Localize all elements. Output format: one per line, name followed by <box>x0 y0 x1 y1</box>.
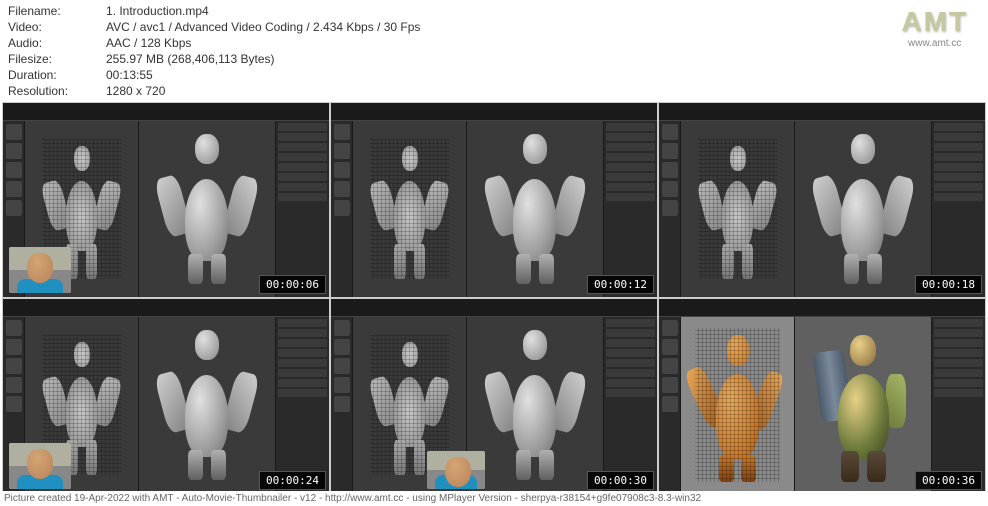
timestamp-2: 00:00:12 <box>587 275 654 294</box>
logo-text: AMT <box>901 6 968 38</box>
footer-text: Picture created 19-Apr-2022 with AMT - A… <box>0 491 988 506</box>
webcam-overlay <box>9 443 71 489</box>
video-label: Video: <box>8 20 98 34</box>
filesize-value: 255.97 MB (268,406,113 Bytes) <box>106 52 420 66</box>
thumbnail-4: 00:00:24 <box>2 298 330 494</box>
filename-label: Filename: <box>8 4 98 18</box>
timestamp-1: 00:00:06 <box>259 275 326 294</box>
video-value: AVC / avc1 / Advanced Video Coding / 2.4… <box>106 20 420 34</box>
timestamp-4: 00:00:24 <box>259 471 326 490</box>
timestamp-6: 00:00:36 <box>915 471 982 490</box>
thumbnail-5: 00:00:30 <box>330 298 658 494</box>
webcam-overlay <box>427 451 485 489</box>
duration-value: 00:13:55 <box>106 68 420 82</box>
logo-url: www.amt.cc <box>901 38 968 49</box>
thumbnail-3: 00:00:18 <box>658 102 986 298</box>
timestamp-3: 00:00:18 <box>915 275 982 294</box>
resolution-value: 1280 x 720 <box>106 84 420 98</box>
thumbnail-2: 00:00:12 <box>330 102 658 298</box>
resolution-label: Resolution: <box>8 84 98 98</box>
webcam-overlay <box>9 247 71 293</box>
duration-label: Duration: <box>8 68 98 82</box>
timestamp-5: 00:00:30 <box>587 471 654 490</box>
audio-value: AAC / 128 Kbps <box>106 36 420 50</box>
filename-value: 1. Introduction.mp4 <box>106 4 420 18</box>
amt-logo: AMT www.amt.cc <box>901 6 968 49</box>
audio-label: Audio: <box>8 36 98 50</box>
metadata-table: Filename: 1. Introduction.mp4 Video: AVC… <box>8 4 420 98</box>
thumbnail-6: 00:00:36 <box>658 298 986 494</box>
thumbnail-1: 00:00:06 <box>2 102 330 298</box>
thumbnail-grid: 00:00:06 00:00:12 00:00:18 00:00:24 00:0… <box>0 102 988 494</box>
filesize-label: Filesize: <box>8 52 98 66</box>
metadata-header: Filename: 1. Introduction.mp4 Video: AVC… <box>0 0 988 102</box>
